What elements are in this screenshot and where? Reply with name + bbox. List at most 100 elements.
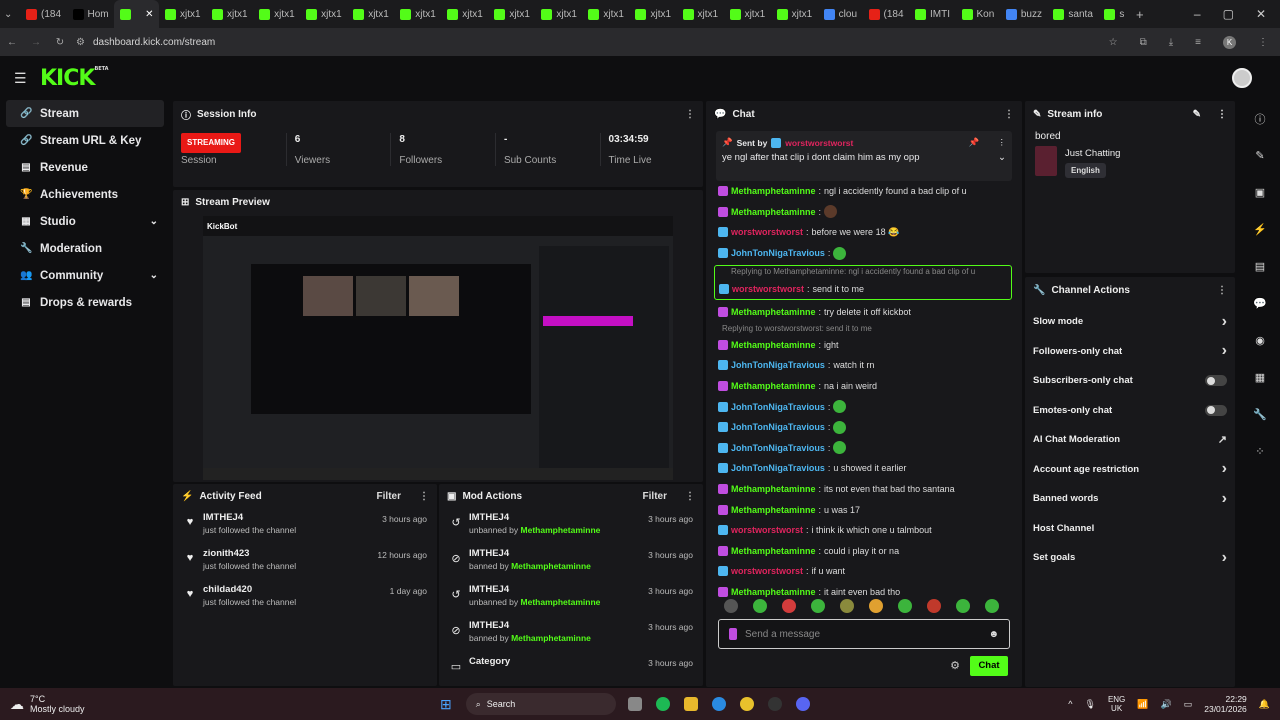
mod-actor-name[interactable]: Methamphetaminne bbox=[521, 525, 601, 535]
pinned-message[interactable]: 📌 Sent by worstworstworst 📌 ⋮ ye ngl aft… bbox=[716, 131, 1012, 181]
chat-message[interactable]: Methamphetaminne: ngl i accidently found … bbox=[706, 181, 1022, 202]
quick-emote-icon[interactable] bbox=[927, 599, 941, 613]
volume-icon[interactable]: 🔊 bbox=[1161, 699, 1172, 710]
chat-bubble-icon[interactable]: 💬 bbox=[1240, 285, 1280, 322]
chevron-right-icon[interactable]: › bbox=[1222, 490, 1227, 508]
file-explorer-icon[interactable] bbox=[683, 697, 698, 711]
edit-icon[interactable]: ✎ bbox=[1193, 109, 1201, 120]
kick-logo[interactable]: KICKBETA bbox=[40, 66, 109, 91]
category-thumbnail[interactable] bbox=[1035, 146, 1057, 176]
browser-tab[interactable]: buzz bbox=[1000, 0, 1048, 28]
chevron-right-icon[interactable]: › bbox=[1222, 460, 1227, 478]
browser-tab[interactable]: xjtx1 bbox=[724, 0, 771, 28]
browser-tab[interactable]: (184 bbox=[863, 0, 910, 28]
sidebar-item-moderation[interactable]: 🔧 Moderation bbox=[6, 235, 164, 262]
sidebar-item-stream-url-key[interactable]: 🔗 Stream URL & Key bbox=[6, 127, 164, 154]
sidebar-item-studio[interactable]: ▦ Studio ⌄ bbox=[6, 208, 164, 235]
wifi-icon[interactable]: 📶 bbox=[1137, 699, 1148, 710]
chrome-icon[interactable] bbox=[739, 697, 754, 711]
sidebar-item-achievements[interactable]: 🏆 Achievements bbox=[6, 181, 164, 208]
chat-message[interactable]: Methamphetaminne: u was 17 bbox=[706, 499, 1022, 520]
pencil-icon[interactable]: ✎ bbox=[1240, 137, 1280, 174]
mod-target-name[interactable]: IMTHEJ4 bbox=[469, 548, 642, 559]
chat-username[interactable]: worstworstworst bbox=[731, 566, 803, 576]
toggle-switch[interactable] bbox=[1205, 404, 1227, 416]
browser-tab[interactable]: s bbox=[1098, 0, 1130, 28]
chat-message[interactable]: Replying to Methamphetaminne: ngl i acci… bbox=[714, 265, 1012, 300]
chat-reply-context[interactable]: Replying to worstworstworst: send it to … bbox=[706, 323, 1022, 335]
chat-username[interactable]: worstworstworst bbox=[732, 284, 804, 294]
pinned-menu-icon[interactable]: ⋮ bbox=[998, 137, 1007, 148]
chat-username[interactable]: JohnTonNigaTravious bbox=[731, 360, 825, 370]
tab-list-button[interactable]: ⌄ bbox=[0, 0, 20, 28]
reload-icon[interactable]: ↻ bbox=[48, 37, 72, 48]
chat-message[interactable]: JohnTonNigaTravious: u showed it earlier bbox=[706, 458, 1022, 479]
activity-username[interactable]: IMTHEJ4 bbox=[203, 512, 376, 523]
browser-tab[interactable]: santa bbox=[1047, 0, 1098, 28]
user-avatar[interactable] bbox=[1232, 68, 1252, 88]
wrench-icon[interactable]: 🔧 bbox=[1240, 396, 1280, 433]
stream-preview-video[interactable]: KickBot bbox=[203, 216, 673, 480]
menu-dots-icon[interactable]: ⋮ bbox=[1258, 37, 1268, 48]
browser-tab[interactable]: xjtx1 bbox=[488, 0, 535, 28]
tray-chevron-icon[interactable]: ^ bbox=[1068, 699, 1072, 709]
channel-action-subscribers-only-chat[interactable]: Subscribers-only chat bbox=[1025, 366, 1235, 396]
chat-settings-icon[interactable]: ⚙ bbox=[950, 659, 960, 672]
discord-icon[interactable] bbox=[795, 697, 810, 711]
poll-icon[interactable]: ▤ bbox=[1240, 248, 1280, 285]
activity-menu-icon[interactable]: ⋮ bbox=[419, 491, 429, 502]
hamburger-menu-icon[interactable]: ☰ bbox=[14, 70, 27, 87]
channel-action-account-age-restriction[interactable]: Account age restriction › bbox=[1025, 455, 1235, 485]
emote-picker-icon[interactable]: ☻ bbox=[988, 629, 999, 640]
spotify-icon[interactable] bbox=[655, 697, 670, 711]
reading-list-icon[interactable]: ≡ bbox=[1195, 37, 1201, 48]
mod-target-name[interactable]: IMTHEJ4 bbox=[469, 512, 642, 523]
clock-time[interactable]: 22:29 bbox=[1204, 694, 1247, 704]
chat-username[interactable]: Methamphetaminne bbox=[731, 307, 816, 317]
clock-date[interactable]: 23/01/2026 bbox=[1204, 704, 1247, 714]
chat-message[interactable]: JohnTonNigaTravious: bbox=[706, 438, 1022, 459]
channel-actions-menu-icon[interactable]: ⋮ bbox=[1217, 285, 1227, 296]
download-icon[interactable]: ⤓ bbox=[1169, 37, 1173, 48]
chat-message[interactable]: Methamphetaminne: its not even that bad t… bbox=[706, 479, 1022, 500]
new-tab-button[interactable]: + bbox=[1130, 0, 1150, 28]
mod-target-name[interactable]: IMTHEJ4 bbox=[469, 620, 642, 631]
browser-tab[interactable]: xjtx1 bbox=[206, 0, 253, 28]
profile-avatar[interactable]: K bbox=[1223, 35, 1236, 49]
chat-username[interactable]: worstworstworst bbox=[731, 227, 803, 237]
taskbar-search[interactable]: ⌕ Search bbox=[465, 693, 616, 715]
edge-icon[interactable] bbox=[711, 697, 726, 711]
chat-message[interactable]: JohnTonNigaTravious: bbox=[706, 417, 1022, 438]
bookmark-star-icon[interactable]: ☆ bbox=[1109, 37, 1118, 48]
task-view-icon[interactable] bbox=[627, 697, 642, 711]
chat-message[interactable]: Methamphetaminne: could i play it or na bbox=[706, 541, 1022, 562]
sidebar-item-drops-rewards[interactable]: ▤ Drops & rewards bbox=[6, 289, 164, 316]
quick-emote-icon[interactable] bbox=[985, 599, 999, 613]
chat-username[interactable]: Methamphetaminne bbox=[731, 381, 816, 391]
chat-username[interactable]: JohnTonNigaTravious bbox=[731, 422, 825, 432]
browser-tab[interactable]: clou bbox=[818, 0, 863, 28]
chat-username[interactable]: Methamphetaminne bbox=[731, 207, 816, 217]
channel-action-followers-only-chat[interactable]: Followers-only chat › bbox=[1025, 337, 1235, 367]
browser-tab[interactable]: xjtx1 bbox=[629, 0, 676, 28]
browser-tab[interactable]: xjtx1 bbox=[535, 0, 582, 28]
broadcast-icon[interactable]: ◉ bbox=[1240, 322, 1280, 359]
windows-start-icon[interactable]: ⊞ bbox=[440, 696, 452, 713]
browser-tab[interactable]: xjtx1 bbox=[441, 0, 488, 28]
category-name[interactable]: Just Chatting bbox=[1065, 148, 1120, 159]
sidebar-item-community[interactable]: 👥 Community ⌄ bbox=[6, 262, 164, 289]
quick-emote-icon[interactable] bbox=[898, 599, 912, 613]
chat-message[interactable]: Methamphetaminne: try delete it off kickb… bbox=[706, 302, 1022, 323]
channel-action-emotes-only-chat[interactable]: Emotes-only chat bbox=[1025, 396, 1235, 426]
maximize-icon[interactable]: ▢ bbox=[1223, 7, 1234, 21]
mod-target-name[interactable]: IMTHEJ4 bbox=[469, 584, 642, 595]
language-code[interactable]: ENG bbox=[1108, 695, 1125, 704]
chat-input[interactable]: Send a message ☻ bbox=[718, 619, 1010, 649]
external-link-icon[interactable]: ↗ bbox=[1218, 433, 1227, 446]
chat-message[interactable]: Methamphetaminne: na i ain weird bbox=[706, 376, 1022, 397]
quick-emote-icon[interactable] bbox=[782, 599, 796, 613]
mod-menu-icon[interactable]: ⋮ bbox=[685, 491, 695, 502]
clip-icon[interactable]: ▣ bbox=[1240, 174, 1280, 211]
chat-message[interactable]: worstworstworst: before we were 18 😂 bbox=[706, 222, 1022, 243]
mod-filter-button[interactable]: Filter bbox=[643, 491, 667, 502]
